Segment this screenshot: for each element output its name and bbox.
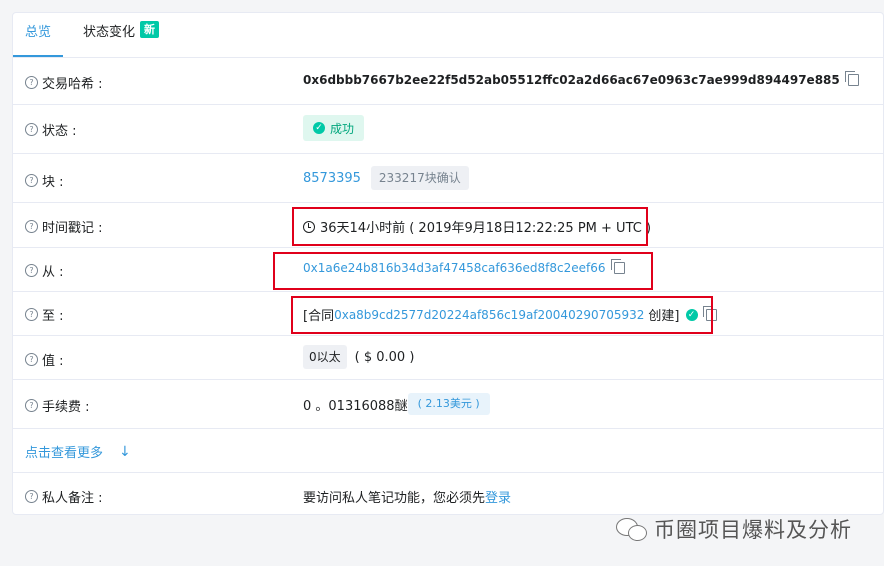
label-private-note: 私人备注 : bbox=[42, 491, 103, 506]
block-number-link[interactable]: 8573395 bbox=[303, 171, 361, 186]
fee-value: 0 。01316088醚 bbox=[303, 398, 408, 414]
tab-overview[interactable]: 总览 bbox=[13, 13, 63, 57]
arrow-down-icon: ↓ bbox=[119, 443, 131, 460]
tab-bar: 总览 状态变化 新 bbox=[13, 13, 884, 58]
usd-value: ( $ 0.00 ) bbox=[354, 349, 415, 365]
show-more-label: 点击查看更多 bbox=[25, 446, 104, 461]
highlight-box-from bbox=[273, 252, 653, 290]
help-icon[interactable]: ? bbox=[25, 399, 38, 412]
help-icon[interactable]: ? bbox=[25, 490, 38, 503]
watermark: 币圈项目爆料及分析 bbox=[616, 514, 852, 544]
label-fee: 手续费 : bbox=[42, 400, 90, 415]
highlight-box-timestamp bbox=[292, 207, 648, 246]
row-value: ? 值 : 0以太 ( $ 0.00 ) bbox=[13, 336, 884, 380]
help-icon[interactable]: ? bbox=[25, 353, 38, 366]
label-transaction-hash: 交易哈希 : bbox=[42, 77, 103, 92]
help-icon[interactable]: ? bbox=[25, 76, 38, 89]
wechat-icon bbox=[616, 516, 648, 542]
row-block: ? 块 : 8573395 233217块确认 bbox=[13, 154, 884, 203]
transaction-hash-value: 0x6dbbb7667b2ee22f5d52ab05512ffc02a2d66a… bbox=[303, 73, 840, 87]
label-to: 至 : bbox=[42, 309, 64, 324]
help-icon[interactable]: ? bbox=[25, 174, 38, 187]
label-timestamp: 时间戳记 : bbox=[42, 221, 103, 236]
label-from: 从 : bbox=[42, 265, 64, 280]
row-private-note: ? 私人备注 : 要访问私人笔记功能，您必须先 登录 bbox=[13, 473, 884, 515]
help-icon[interactable]: ? bbox=[25, 123, 38, 136]
row-status: ? 状态 : ✓ 成功 bbox=[13, 105, 884, 154]
fee-usd-badge: ( 2.13美元 ) bbox=[407, 393, 490, 415]
watermark-text: 币圈项目爆料及分析 bbox=[654, 518, 852, 542]
help-icon[interactable]: ? bbox=[25, 264, 38, 277]
eth-value: 0以太 bbox=[303, 345, 347, 369]
status-badge: ✓ 成功 bbox=[303, 115, 365, 141]
row-fee: ? 手续费 : 0 。01316088醚 ( 2.13美元 ) bbox=[13, 380, 884, 429]
new-badge: 新 bbox=[140, 21, 159, 38]
check-circle-icon: ✓ bbox=[313, 122, 325, 134]
block-confirmations: 233217块确认 bbox=[370, 166, 469, 190]
help-icon[interactable]: ? bbox=[25, 220, 38, 233]
row-transaction-hash: ? 交易哈希 : 0x6dbbb7667b2ee22f5d52ab05512ff… bbox=[13, 58, 884, 105]
status-text: 成功 bbox=[330, 121, 355, 136]
help-icon[interactable]: ? bbox=[25, 308, 38, 321]
tab-state-changes[interactable]: 状态变化 bbox=[83, 13, 135, 57]
login-link[interactable]: 登录 bbox=[485, 487, 511, 506]
private-note-text: 要访问私人笔记功能，您必须先 bbox=[303, 491, 486, 506]
show-more-link[interactable]: 点击查看更多 ↓ bbox=[25, 442, 131, 462]
label-value: 值 : bbox=[42, 354, 64, 369]
label-status: 状态 : bbox=[42, 124, 77, 139]
highlight-box-to bbox=[291, 296, 713, 334]
copy-icon[interactable] bbox=[844, 71, 859, 86]
label-block: 块 : bbox=[42, 175, 64, 190]
